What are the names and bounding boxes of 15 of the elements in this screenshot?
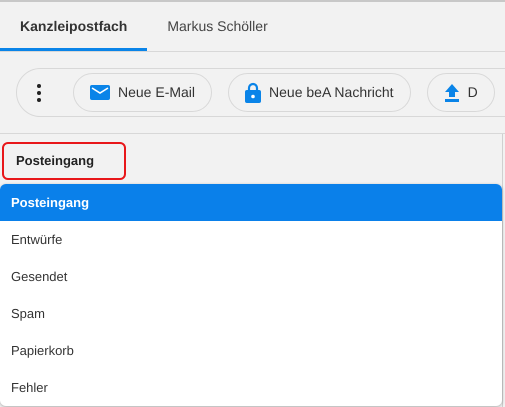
envelope-icon: [90, 85, 110, 100]
tab[interactable]: Markus Schöller: [147, 2, 288, 51]
folder-select[interactable]: Posteingang: [2, 142, 126, 180]
lock-icon: [245, 82, 262, 103]
dropdown-option[interactable]: Gesendet: [0, 258, 502, 295]
dropdown-option[interactable]: Fehler: [0, 369, 502, 406]
dropdown-option[interactable]: Spam: [0, 295, 502, 332]
dropdown-option[interactable]: Entwürfe: [0, 221, 502, 258]
toolbar-button[interactable]: Neue E-Mail: [73, 73, 212, 112]
toolbar-button[interactable]: D: [426, 73, 495, 112]
upload-icon: [444, 84, 460, 102]
tab[interactable]: Kanzleipostfach: [0, 2, 148, 51]
toolbar-button[interactable]: Neue beA Nachricht: [228, 73, 411, 112]
dropdown-option[interactable]: Posteingang: [0, 184, 502, 221]
dropdown-option[interactable]: Papierkorb: [0, 332, 502, 369]
